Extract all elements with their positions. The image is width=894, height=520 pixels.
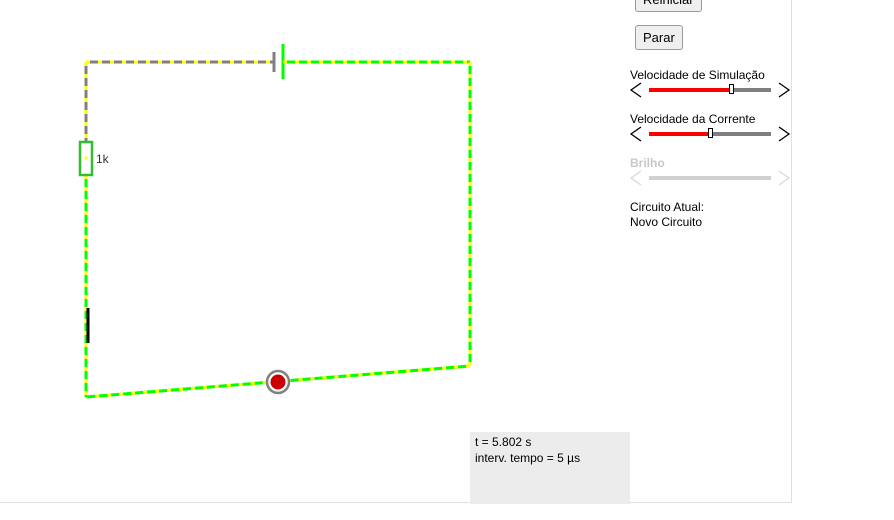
current-circuit-name: Novo Circuito <box>630 215 703 229</box>
slider-right-arrow-icon <box>778 170 791 186</box>
panel-divider <box>791 0 792 503</box>
reset-button[interactable]: Reiniciar <box>635 0 702 12</box>
stop-button[interactable]: Parar <box>635 25 683 50</box>
slider-fill <box>649 88 731 92</box>
slider-right-arrow-icon[interactable] <box>777 125 791 143</box>
slider-thumb[interactable] <box>728 84 734 94</box>
slider-fill <box>649 132 710 136</box>
resistor-label: 1k <box>96 152 109 166</box>
battery[interactable] <box>272 44 285 79</box>
slider-left-arrow-icon[interactable] <box>629 125 643 143</box>
brightness-label: Brilho <box>630 156 665 170</box>
brightness-slider <box>629 169 791 187</box>
slider-left-arrow-icon <box>629 170 642 186</box>
slider-left-arrow-icon[interactable] <box>629 81 643 99</box>
current-speed-slider[interactable] <box>629 125 791 143</box>
canvas-bottom-border <box>0 502 792 503</box>
slider-track <box>649 176 771 180</box>
resistor[interactable] <box>78 140 94 177</box>
simulation-time: t = 5.802 s <box>475 435 532 449</box>
output-probe[interactable] <box>265 369 291 395</box>
simulation-speed-label: Velocidade de Simulação <box>630 68 765 82</box>
simulation-speed-slider[interactable] <box>629 81 791 99</box>
current-circuit-label: Circuito Atual: <box>630 200 705 214</box>
current-speed-label: Velocidade da Corrente <box>630 112 756 126</box>
simulation-timestep: interv. tempo = 5 µs <box>475 451 581 465</box>
slider-thumb[interactable] <box>708 128 713 138</box>
simulation-info-box: t = 5.802 s interv. tempo = 5 µs <box>470 432 630 504</box>
slider-right-arrow-icon[interactable] <box>777 81 791 99</box>
